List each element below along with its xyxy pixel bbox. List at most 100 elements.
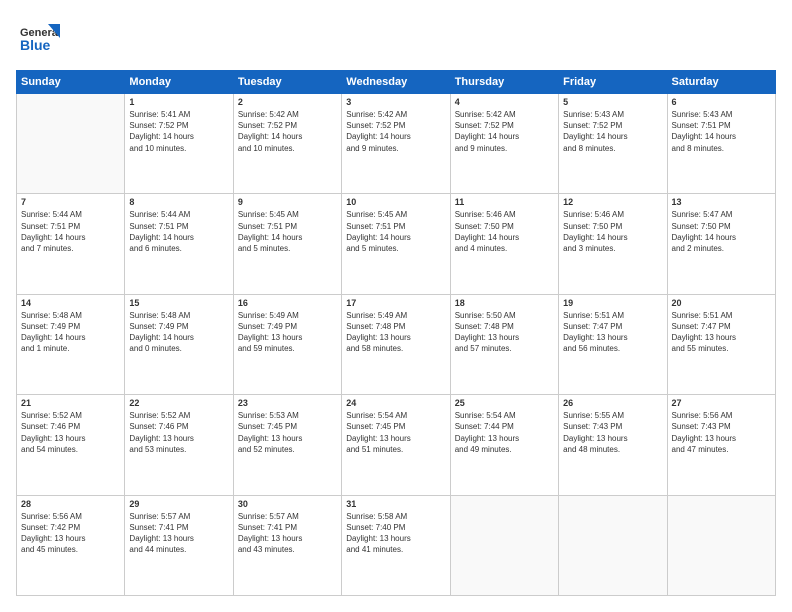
day-info: Sunrise: 5:44 AM Sunset: 7:51 PM Dayligh… bbox=[129, 209, 228, 254]
calendar-cell: 24Sunrise: 5:54 AM Sunset: 7:45 PM Dayli… bbox=[342, 395, 450, 495]
day-number: 23 bbox=[238, 398, 337, 408]
day-info: Sunrise: 5:49 AM Sunset: 7:48 PM Dayligh… bbox=[346, 310, 445, 355]
calendar-table: SundayMondayTuesdayWednesdayThursdayFrid… bbox=[16, 70, 776, 596]
calendar-cell bbox=[450, 495, 558, 595]
day-number: 2 bbox=[238, 97, 337, 107]
calendar-cell: 25Sunrise: 5:54 AM Sunset: 7:44 PM Dayli… bbox=[450, 395, 558, 495]
calendar-cell: 23 Sunrise: 5:53 AM Sunset: 7:45 PM Dayli… bbox=[233, 395, 341, 495]
day-number: 11 bbox=[455, 197, 554, 207]
calendar-body: 1 Sunrise: 5:41 AM Sunset: 7:52 PM Daylig… bbox=[17, 94, 776, 596]
day-info: Sunrise: 5:45 AM Sunset: 7:51 PM Dayligh… bbox=[238, 209, 337, 254]
calendar-cell: 30 Sunrise: 5:57 AM Sunset: 7:41 PM Dayli… bbox=[233, 495, 341, 595]
day-info: Sunrise: 5:52 AM Sunset: 7:46 PM Dayligh… bbox=[21, 410, 120, 455]
day-info: Sunrise: 5:57 AM Sunset: 7:41 PM Dayligh… bbox=[129, 511, 228, 556]
day-number: 12 bbox=[563, 197, 662, 207]
day-number: 22 bbox=[129, 398, 228, 408]
day-number: 26 bbox=[563, 398, 662, 408]
day-number: 27 bbox=[672, 398, 771, 408]
day-number: 29 bbox=[129, 499, 228, 509]
calendar-cell: 9 Sunrise: 5:45 AM Sunset: 7:51 PM Daylig… bbox=[233, 194, 341, 294]
calendar-cell: 22 Sunrise: 5:52 AM Sunset: 7:46 PM Dayli… bbox=[125, 395, 233, 495]
svg-text:Blue: Blue bbox=[20, 37, 51, 53]
day-number: 15 bbox=[129, 298, 228, 308]
day-info: Sunrise: 5:54 AM Sunset: 7:45 PM Dayligh… bbox=[346, 410, 445, 455]
day-info: Sunrise: 5:50 AM Sunset: 7:48 PM Dayligh… bbox=[455, 310, 554, 355]
day-number: 14 bbox=[21, 298, 120, 308]
calendar-cell: 18 Sunrise: 5:50 AM Sunset: 7:48 PM Dayli… bbox=[450, 294, 558, 394]
day-info: Sunrise: 5:56 AM Sunset: 7:42 PM Dayligh… bbox=[21, 511, 120, 556]
calendar-cell: 19Sunrise: 5:51 AM Sunset: 7:47 PM Dayli… bbox=[559, 294, 667, 394]
day-info: Sunrise: 5:46 AM Sunset: 7:50 PM Dayligh… bbox=[455, 209, 554, 254]
calendar-cell: 11 Sunrise: 5:46 AM Sunset: 7:50 PM Dayli… bbox=[450, 194, 558, 294]
day-number: 9 bbox=[238, 197, 337, 207]
calendar-cell: 2 Sunrise: 5:42 AM Sunset: 7:52 PM Daylig… bbox=[233, 94, 341, 194]
calendar-cell: 6 Sunrise: 5:43 AM Sunset: 7:51 PM Daylig… bbox=[667, 94, 775, 194]
day-info: Sunrise: 5:48 AM Sunset: 7:49 PM Dayligh… bbox=[21, 310, 120, 355]
day-info: Sunrise: 5:55 AM Sunset: 7:43 PM Dayligh… bbox=[563, 410, 662, 455]
day-number: 21 bbox=[21, 398, 120, 408]
calendar-cell: 13Sunrise: 5:47 AM Sunset: 7:50 PM Dayli… bbox=[667, 194, 775, 294]
day-info: Sunrise: 5:44 AM Sunset: 7:51 PM Dayligh… bbox=[21, 209, 120, 254]
day-number: 8 bbox=[129, 197, 228, 207]
day-number: 25 bbox=[455, 398, 554, 408]
day-number: 6 bbox=[672, 97, 771, 107]
weekday-header-tuesday: Tuesday bbox=[233, 71, 341, 94]
calendar-week-3: 14 Sunrise: 5:48 AM Sunset: 7:49 PM Dayli… bbox=[17, 294, 776, 394]
day-info: Sunrise: 5:56 AM Sunset: 7:43 PM Dayligh… bbox=[672, 410, 771, 455]
day-number: 31 bbox=[346, 499, 445, 509]
day-info: Sunrise: 5:48 AM Sunset: 7:49 PM Dayligh… bbox=[129, 310, 228, 355]
day-info: Sunrise: 5:43 AM Sunset: 7:52 PM Dayligh… bbox=[563, 109, 662, 154]
calendar-cell: 21 Sunrise: 5:52 AM Sunset: 7:46 PM Dayli… bbox=[17, 395, 125, 495]
weekday-header-wednesday: Wednesday bbox=[342, 71, 450, 94]
weekday-header-thursday: Thursday bbox=[450, 71, 558, 94]
calendar-cell: 15 Sunrise: 5:48 AM Sunset: 7:49 PM Dayli… bbox=[125, 294, 233, 394]
calendar-week-2: 7 Sunrise: 5:44 AM Sunset: 7:51 PM Daylig… bbox=[17, 194, 776, 294]
calendar-cell bbox=[559, 495, 667, 595]
day-number: 4 bbox=[455, 97, 554, 107]
day-info: Sunrise: 5:42 AM Sunset: 7:52 PM Dayligh… bbox=[238, 109, 337, 154]
calendar-cell: 20Sunrise: 5:51 AM Sunset: 7:47 PM Dayli… bbox=[667, 294, 775, 394]
calendar-cell: 5 Sunrise: 5:43 AM Sunset: 7:52 PM Daylig… bbox=[559, 94, 667, 194]
calendar-cell: 14 Sunrise: 5:48 AM Sunset: 7:49 PM Dayli… bbox=[17, 294, 125, 394]
day-number: 18 bbox=[455, 298, 554, 308]
calendar-cell: 29 Sunrise: 5:57 AM Sunset: 7:41 PM Dayli… bbox=[125, 495, 233, 595]
weekday-header-row: SundayMondayTuesdayWednesdayThursdayFrid… bbox=[17, 71, 776, 94]
day-info: Sunrise: 5:58 AM Sunset: 7:40 PM Dayligh… bbox=[346, 511, 445, 556]
calendar-cell: 10Sunrise: 5:45 AM Sunset: 7:51 PM Dayli… bbox=[342, 194, 450, 294]
calendar-cell: 31 Sunrise: 5:58 AM Sunset: 7:40 PM Dayli… bbox=[342, 495, 450, 595]
day-number: 13 bbox=[672, 197, 771, 207]
day-number: 7 bbox=[21, 197, 120, 207]
weekday-header-monday: Monday bbox=[125, 71, 233, 94]
day-number: 16 bbox=[238, 298, 337, 308]
calendar-cell: 12 Sunrise: 5:46 AM Sunset: 7:50 PM Dayli… bbox=[559, 194, 667, 294]
day-info: Sunrise: 5:51 AM Sunset: 7:47 PM Dayligh… bbox=[563, 310, 662, 355]
calendar-cell: 8 Sunrise: 5:44 AM Sunset: 7:51 PM Daylig… bbox=[125, 194, 233, 294]
logo: General Blue bbox=[16, 16, 60, 60]
day-number: 20 bbox=[672, 298, 771, 308]
day-info: Sunrise: 5:57 AM Sunset: 7:41 PM Dayligh… bbox=[238, 511, 337, 556]
day-info: Sunrise: 5:46 AM Sunset: 7:50 PM Dayligh… bbox=[563, 209, 662, 254]
day-info: Sunrise: 5:43 AM Sunset: 7:51 PM Dayligh… bbox=[672, 109, 771, 154]
logo-icon: General Blue bbox=[16, 16, 60, 60]
weekday-header-sunday: Sunday bbox=[17, 71, 125, 94]
calendar-header: SundayMondayTuesdayWednesdayThursdayFrid… bbox=[17, 71, 776, 94]
weekday-header-friday: Friday bbox=[559, 71, 667, 94]
day-number: 1 bbox=[129, 97, 228, 107]
day-number: 5 bbox=[563, 97, 662, 107]
calendar-week-5: 28 Sunrise: 5:56 AM Sunset: 7:42 PM Dayli… bbox=[17, 495, 776, 595]
day-number: 3 bbox=[346, 97, 445, 107]
calendar-cell: 7 Sunrise: 5:44 AM Sunset: 7:51 PM Daylig… bbox=[17, 194, 125, 294]
day-info: Sunrise: 5:52 AM Sunset: 7:46 PM Dayligh… bbox=[129, 410, 228, 455]
calendar-cell: 28 Sunrise: 5:56 AM Sunset: 7:42 PM Dayli… bbox=[17, 495, 125, 595]
day-info: Sunrise: 5:41 AM Sunset: 7:52 PM Dayligh… bbox=[129, 109, 228, 154]
day-number: 30 bbox=[238, 499, 337, 509]
day-info: Sunrise: 5:42 AM Sunset: 7:52 PM Dayligh… bbox=[455, 109, 554, 154]
calendar-cell: 3 Sunrise: 5:42 AM Sunset: 7:52 PM Daylig… bbox=[342, 94, 450, 194]
calendar-cell: 26 Sunrise: 5:55 AM Sunset: 7:43 PM Dayli… bbox=[559, 395, 667, 495]
day-number: 17 bbox=[346, 298, 445, 308]
calendar-cell bbox=[667, 495, 775, 595]
day-info: Sunrise: 5:45 AM Sunset: 7:51 PM Dayligh… bbox=[346, 209, 445, 254]
day-info: Sunrise: 5:42 AM Sunset: 7:52 PM Dayligh… bbox=[346, 109, 445, 154]
day-number: 28 bbox=[21, 499, 120, 509]
day-info: Sunrise: 5:53 AM Sunset: 7:45 PM Dayligh… bbox=[238, 410, 337, 455]
